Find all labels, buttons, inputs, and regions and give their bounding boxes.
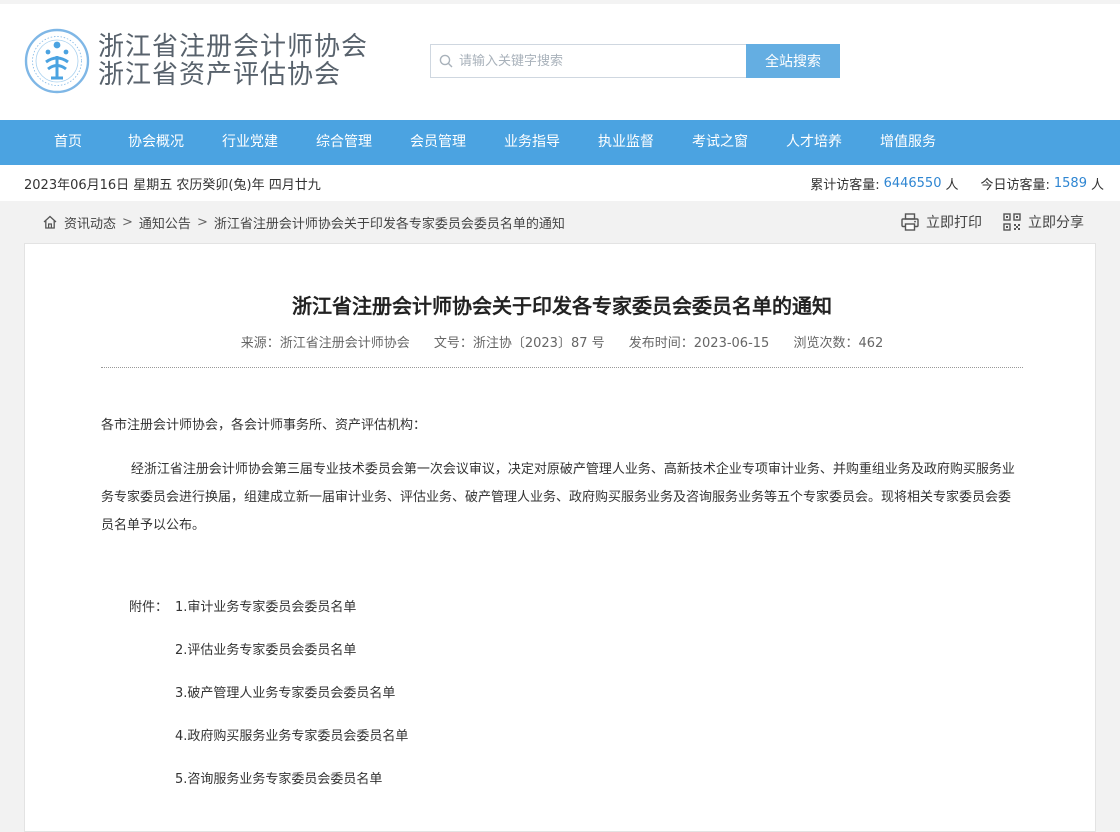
site-search-button[interactable]: 全站搜索 (746, 44, 840, 78)
search-input-wrap (430, 44, 746, 78)
article-greeting: 各市注册会计师协会，各会计师事务所、资产评估机构： (101, 418, 427, 433)
total-visits-value: 6446550 (883, 175, 942, 191)
breadcrumb-notices[interactable]: 通知公告 (139, 213, 191, 232)
article-view-count: 浏览次数：462 (793, 336, 884, 351)
print-button[interactable]: 立即打印 (900, 212, 982, 232)
attachment-consulting[interactable]: 5.咨询服务业务专家委员会委员名单 (175, 768, 382, 811)
share-button[interactable]: 立即分享 (1002, 212, 1084, 232)
breadcrumb: 资讯动态 > 通知公告 > 浙江省注册会计师协会关于印发各专家委员会委员名单的通… (42, 213, 565, 232)
total-visits-unit: 人 (945, 177, 959, 193)
title-divider (101, 367, 1023, 368)
site-search: 全站搜索 (430, 44, 840, 78)
breadcrumb-separator: > (122, 214, 133, 230)
attachment-bankruptcy[interactable]: 3.破产管理人业务专家委员会委员名单 (175, 682, 395, 725)
logo-line-appraisal: 浙江省资产评估协会 (98, 60, 342, 90)
article-panel: 浙江省注册会计师协会关于印发各专家委员会委员名单的通知 来源：浙江省注册会计师协… (24, 243, 1096, 832)
nav-item-services[interactable]: 增值服务 (880, 120, 936, 165)
attachment-label: 附件： (129, 600, 169, 615)
logo-text: 浙江省注册会计师协会 浙江省资产评估协会 (98, 33, 368, 89)
total-visits-label: 累计访客量: (810, 177, 880, 193)
nav-item-members[interactable]: 会员管理 (410, 120, 466, 165)
nav-item-exams[interactable]: 考试之窗 (692, 120, 748, 165)
current-date: 2023年06月16日 星期五 农历癸卯(兔)年 四月廿九 (24, 177, 321, 193)
nav-item-party[interactable]: 行业党建 (222, 120, 278, 165)
today-visits-unit: 人 (1090, 177, 1104, 193)
article-actions: 立即打印 立即分享 (900, 212, 1084, 232)
site-logo[interactable]: 浙江省注册会计师协会 浙江省资产评估协会 (24, 28, 368, 94)
attachment-label-spacer (101, 682, 175, 725)
printer-icon (901, 213, 919, 231)
visitor-stats: 累计访客量: 6446550 人 今日访客量: 1589 人 (810, 174, 1104, 193)
attachment-label-spacer (101, 768, 175, 811)
breadcrumb-current[interactable]: 浙江省注册会计师协会关于印发各专家委员会委员名单的通知 (214, 213, 565, 232)
search-input[interactable] (459, 46, 739, 76)
attachment-appraisal[interactable]: 2.评估业务专家委员会委员名单 (175, 639, 356, 682)
site-header: 浙江省注册会计师协会 浙江省资产评估协会 全站搜索 (0, 4, 1120, 120)
attachment-row: 5.咨询服务业务专家委员会委员名单 (101, 768, 1023, 811)
article-doc-number: 文号：浙注协〔2023〕87 号 (433, 336, 605, 351)
attachment-label-spacer (101, 639, 175, 682)
content-background: 浙江省注册会计师协会关于印发各专家委员会委员名单的通知 来源：浙江省注册会计师协… (0, 243, 1120, 832)
home-icon (43, 215, 57, 229)
nav-item-guidance[interactable]: 业务指导 (504, 120, 560, 165)
nav-item-supervision[interactable]: 执业监督 (598, 120, 654, 165)
article-meta: 来源：浙江省注册会计师协会 文号：浙注协〔2023〕87 号 发布时间：2023… (101, 332, 1023, 351)
article-body: 经浙江省注册会计师协会第三届专业技术委员会第一次会议审议，决定对原破产管理人业务… (101, 462, 1015, 533)
today-visits-label: 今日访客量: (980, 177, 1050, 193)
attachment-row: 4.政府购买服务业务专家委员会委员名单 (101, 725, 1023, 768)
logo-line-cpa: 浙江省注册会计师协会 (98, 32, 369, 62)
nav-item-training[interactable]: 人才培养 (786, 120, 842, 165)
search-icon (439, 54, 453, 68)
attachment-label-spacer (101, 725, 175, 768)
today-visits-value: 1589 (1053, 175, 1087, 191)
attachment-government-services[interactable]: 4.政府购买服务业务专家委员会委员名单 (175, 725, 408, 768)
breadcrumb-news[interactable]: 资讯动态 (64, 213, 116, 232)
share-label: 立即分享 (1028, 215, 1084, 231)
breadcrumb-row: 资讯动态 > 通知公告 > 浙江省注册会计师协会关于印发各专家委员会委员名单的通… (0, 201, 1120, 243)
association-emblem-icon (24, 28, 90, 94)
article-source: 来源：浙江省注册会计师协会 (240, 336, 410, 351)
article-publish-time: 发布时间：2023-06-15 (628, 336, 770, 351)
attachment-audit[interactable]: 1.审计业务专家委员会委员名单 (175, 596, 356, 639)
nav-item-admin[interactable]: 综合管理 (316, 120, 372, 165)
info-bar: 2023年06月16日 星期五 农历癸卯(兔)年 四月廿九 累计访客量: 644… (0, 165, 1120, 201)
nav-item-home[interactable]: 首页 (54, 120, 82, 165)
qrcode-icon (1003, 213, 1021, 231)
attachment-list: 附件： 1.审计业务专家委员会委员名单 2.评估业务专家委员会委员名单 3.破产… (101, 596, 1023, 811)
nav-item-about[interactable]: 协会概况 (128, 120, 184, 165)
print-label: 立即打印 (926, 215, 982, 231)
attachment-row: 附件： 1.审计业务专家委员会委员名单 (101, 596, 1023, 639)
main-nav: 首页 协会概况 行业党建 综合管理 会员管理 业务指导 执业监督 考试之窗 人才… (0, 120, 1120, 165)
article-title: 浙江省注册会计师协会关于印发各专家委员会委员名单的通知 (292, 294, 832, 318)
breadcrumb-separator: > (196, 214, 208, 230)
attachment-row: 3.破产管理人业务专家委员会委员名单 (101, 682, 1023, 725)
attachment-row: 2.评估业务专家委员会委员名单 (101, 639, 1023, 682)
